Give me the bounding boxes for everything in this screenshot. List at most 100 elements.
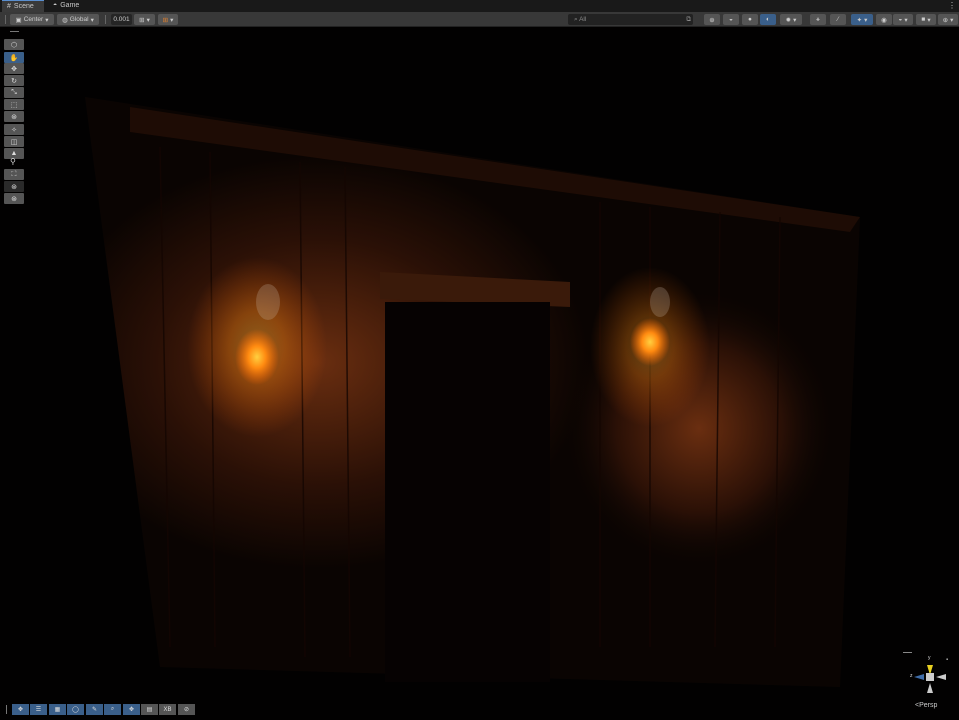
gizmo-y-label: y bbox=[928, 655, 931, 661]
lit-mode-button[interactable]: ◐ bbox=[760, 14, 776, 25]
layers-icon: ◒ bbox=[898, 16, 903, 23]
eye-crossed-icon: ◉ bbox=[881, 16, 887, 24]
hand-tool-button[interactable]: ✋ bbox=[4, 52, 24, 63]
effects-dropdown[interactable]: ✦ ▾ bbox=[851, 14, 873, 25]
overlay-brush-button[interactable]: ✎ bbox=[86, 704, 103, 715]
overlay-grip[interactable] bbox=[6, 705, 7, 714]
pivot-mode-dropdown[interactable]: ▣ Center ▾ bbox=[10, 14, 54, 25]
move-icon: ✥ bbox=[17, 707, 24, 713]
search-filter-icon[interactable]: ⧉ bbox=[686, 14, 691, 25]
orientation-gizmo[interactable] bbox=[908, 655, 950, 697]
move-icon: ✥ bbox=[11, 65, 17, 73]
hand-icon: ✋ bbox=[9, 54, 19, 62]
scene-render bbox=[85, 97, 860, 687]
crossed-light-icon: ⚹ bbox=[816, 15, 820, 23]
globe-icon: ◍ bbox=[62, 16, 68, 24]
box-icon: ◫ bbox=[10, 138, 18, 146]
gizmo-z-label: z bbox=[910, 673, 913, 679]
effects-icon: ✦ bbox=[856, 16, 863, 24]
rect-tool-button[interactable]: ⬚ bbox=[4, 99, 24, 110]
chevron-down-icon: ▾ bbox=[90, 16, 94, 24]
custom-tool-button[interactable]: ◫ bbox=[4, 136, 24, 147]
smoke-left bbox=[256, 284, 280, 320]
view-tool-button[interactable]: ⬡ bbox=[4, 39, 24, 50]
ring-icon: ◯ bbox=[72, 707, 79, 713]
overlay-grid-button[interactable]: ▦ bbox=[49, 704, 66, 715]
overlay-list-button[interactable]: ☰ bbox=[30, 704, 47, 715]
toolbar-grip[interactable] bbox=[105, 15, 106, 24]
rotate-tool-button[interactable]: ↻ bbox=[4, 75, 24, 86]
toolbar-grip[interactable] bbox=[5, 15, 6, 24]
overlay-pan-button[interactable]: ✥ bbox=[123, 704, 140, 715]
tool-panel-grip[interactable] bbox=[10, 31, 19, 32]
debug-draw-dropdown[interactable]: ✹ ▾ bbox=[780, 14, 802, 25]
search-input[interactable]: ⌕ All ⧉ bbox=[568, 14, 693, 25]
torch-flame-right bbox=[630, 318, 670, 366]
move-tool-button[interactable]: ✥ bbox=[4, 63, 24, 74]
grid-snap-dropdown[interactable]: ⊞ ▾ bbox=[134, 14, 155, 25]
increment-snap-dropdown[interactable]: ⊞ ▾ bbox=[158, 14, 178, 25]
chevron-down-icon: ▾ bbox=[45, 16, 49, 24]
tab-game[interactable]: ◓ Game bbox=[48, 0, 84, 12]
custom-tool-button[interactable]: ✧ bbox=[4, 124, 24, 135]
pivot-icon: ▣ bbox=[15, 16, 22, 24]
transform-icon: ⊛ bbox=[11, 113, 17, 121]
snap-icon: ⊞ bbox=[162, 16, 169, 24]
scale-tool-button[interactable]: ⤡ bbox=[4, 87, 24, 98]
grid-sphere-icon: ⊛ bbox=[11, 183, 17, 191]
scale-icon: ⤡ bbox=[11, 88, 17, 96]
camera-stack-icon: ▤ bbox=[146, 707, 153, 713]
tab-scene[interactable]: # Scene bbox=[2, 0, 44, 12]
custom-tool-button[interactable]: ⊛ bbox=[4, 181, 24, 192]
lit-sphere-icon: ◐ bbox=[766, 16, 770, 23]
gizmo-globe-icon: ⊕ bbox=[942, 16, 949, 24]
scene-viewport[interactable] bbox=[0, 27, 959, 720]
gizmo-center bbox=[926, 673, 934, 681]
move-icon: ✥ bbox=[128, 707, 135, 713]
shaded-wireframe-icon: ◒ bbox=[729, 16, 733, 23]
overlay-search-button[interactable]: ⌕ bbox=[104, 704, 121, 715]
rotate-icon: ↻ bbox=[11, 77, 17, 85]
grid-icon: ▦ bbox=[54, 707, 61, 713]
gamepad-icon: ◓ bbox=[53, 2, 58, 9]
debug-icon: ✹ bbox=[785, 16, 792, 24]
wireframe-shading-button[interactable]: ⊕ bbox=[704, 14, 720, 25]
gizmos-dropdown[interactable]: ⊕ ▾ bbox=[938, 14, 958, 25]
wireframe-icon: ⊕ bbox=[709, 16, 715, 24]
gizmo-z-axis bbox=[914, 674, 924, 680]
sphere-icon: ● bbox=[748, 16, 752, 23]
pivot-rotation-dropdown[interactable]: ◍ Global ▾ bbox=[57, 14, 99, 25]
transform-tool-button[interactable]: ⊛ bbox=[4, 111, 24, 122]
tab-bar: # Scene ◓ Game ⋮ bbox=[0, 0, 959, 12]
hidden-objects-button[interactable]: ◉ bbox=[876, 14, 892, 25]
projection-toggle[interactable]: <Persp bbox=[915, 702, 937, 709]
overlay-xb-button[interactable]: XB bbox=[159, 704, 176, 715]
overlay-sphere-button[interactable]: ◯ bbox=[67, 704, 84, 715]
custom-tool-button[interactable]: ⊛ bbox=[4, 193, 24, 204]
doorway bbox=[385, 302, 550, 682]
camera-icon: ■ bbox=[921, 16, 926, 23]
shaded-wireframe-button[interactable]: ◒ bbox=[723, 14, 739, 25]
list-icon: ☰ bbox=[35, 707, 42, 713]
terrain-icon: ▲ bbox=[10, 150, 18, 157]
grid-sphere-icon: ⊛ bbox=[11, 195, 17, 203]
compass-icon: ⊘ bbox=[183, 707, 190, 713]
overlay-camera-button[interactable]: ▤ bbox=[141, 704, 158, 715]
scene-toolbar: ▣ Center ▾ ◍ Global ▾ 0.001 ⊞ ▾ ⊞ ▾ ⌕ All ⧉ ⊕ ◒… bbox=[0, 12, 959, 27]
gizmo-grip[interactable] bbox=[903, 652, 912, 653]
rect-icon: ⬚ bbox=[10, 101, 18, 109]
overlay-compass-button[interactable]: ⊘ bbox=[178, 704, 195, 715]
paint-icon: ⛶ bbox=[11, 170, 17, 178]
more-options-icon[interactable]: ⋮ bbox=[948, 1, 956, 10]
overlay-move-button[interactable]: ✥ bbox=[12, 704, 29, 715]
cube-icon: ⬡ bbox=[10, 41, 18, 49]
snap-increment-field[interactable]: 0.001 bbox=[111, 14, 132, 25]
shaded-button[interactable]: ● bbox=[742, 14, 758, 25]
custom-tool-button[interactable]: ⛶ bbox=[4, 169, 24, 180]
draw-mode-dropdown[interactable]: ◒ ▾ bbox=[893, 14, 913, 25]
camera-dropdown[interactable]: ■ ▾ bbox=[916, 14, 936, 25]
tool-settings-icon[interactable]: ⚲ bbox=[10, 157, 16, 166]
toggle-2d-button[interactable]: ⚹ bbox=[810, 14, 826, 25]
toggle-audio-button[interactable]: ⁄ bbox=[830, 14, 846, 25]
sparkle-icon: ✧ bbox=[11, 126, 17, 134]
